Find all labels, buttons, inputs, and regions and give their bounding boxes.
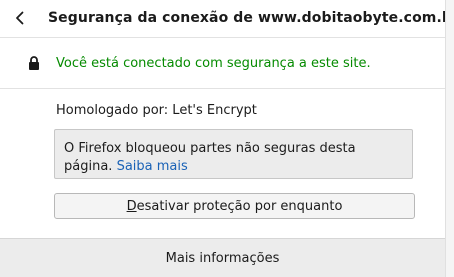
disable-protection-button[interactable]: Desativar proteção por enquanto: [54, 193, 415, 219]
back-button[interactable]: [8, 6, 32, 30]
background-edge: [445, 0, 454, 277]
certificate-verifier: Homologado por: Let's Encrypt: [56, 103, 257, 118]
lock-icon: [29, 56, 39, 70]
learn-more-link[interactable]: Saiba mais: [117, 159, 188, 174]
disable-protection-label: esativar proteção por enquanto: [136, 198, 343, 214]
mixed-content-warning: O Firefox bloqueou partes não seguras de…: [54, 129, 413, 179]
access-key-letter: D: [126, 198, 137, 214]
more-information-label: Mais informações: [165, 250, 280, 266]
chevron-left-icon: [16, 11, 24, 25]
connection-status-row: Você está conectado com segurança a este…: [0, 38, 445, 89]
warning-text: O Firefox bloqueou partes não seguras de…: [64, 141, 356, 174]
panel-header: Segurança da conexão de www.dobitaobyte.…: [0, 0, 454, 38]
more-information-button[interactable]: Mais informações: [0, 238, 445, 277]
site-security-panel: Segurança da conexão de www.dobitaobyte.…: [0, 0, 454, 277]
panel-title: Segurança da conexão de www.dobitaobyte.…: [48, 10, 454, 26]
connection-status-text: Você está conectado com segurança a este…: [56, 56, 371, 71]
